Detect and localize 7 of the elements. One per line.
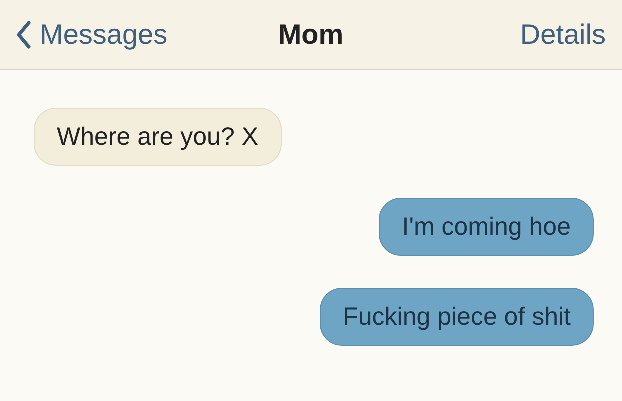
sent-message-bubble: Fucking piece of shit bbox=[320, 288, 594, 346]
received-message-bubble: Where are you? X bbox=[34, 108, 282, 166]
details-button[interactable]: Details bbox=[520, 18, 606, 50]
contact-name: Mom bbox=[278, 18, 344, 50]
sent-message-bubble: I'm coming hoe bbox=[379, 198, 594, 256]
back-button[interactable]: Messages bbox=[16, 18, 168, 50]
back-chevron-icon bbox=[16, 20, 32, 48]
